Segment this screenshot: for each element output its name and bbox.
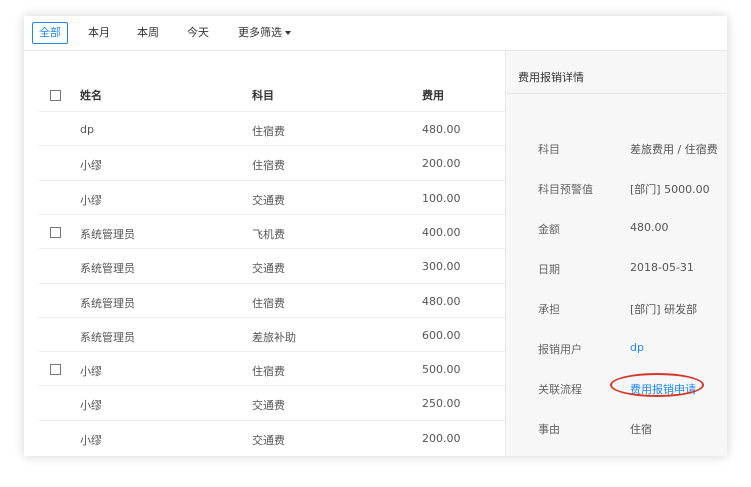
row-checkbox[interactable] xyxy=(50,364,61,376)
cell-name: 系统管理员 xyxy=(80,330,135,344)
detail-label: 科目 xyxy=(538,143,560,156)
detail-panel-title: 费用报销详情 xyxy=(518,71,584,84)
row-checkbox[interactable] xyxy=(50,226,61,238)
cell-name: 小缪 xyxy=(80,159,102,173)
highlight-ellipse xyxy=(610,373,704,397)
tab-this-week[interactable]: 本周 xyxy=(137,23,159,43)
divider xyxy=(506,93,727,94)
cell-amount: 600.00 xyxy=(422,328,461,342)
table-row[interactable]: 小缪 住宿费 200.00 xyxy=(38,145,505,180)
detail-value: 480.00 xyxy=(630,221,669,234)
cell-subject: 住宿费 xyxy=(252,125,285,138)
select-all-checkbox[interactable] xyxy=(50,90,61,101)
expense-table: 姓名 科目 费用 dp 住宿费 480.00 小缪 住宿费 200.00 小缪 交通费 100.… xyxy=(24,51,505,456)
cell-subject: 住宿费 xyxy=(252,159,285,173)
detail-value: 差旅费用 / 住宿费 xyxy=(630,143,718,156)
column-header-name: 姓名 xyxy=(80,89,102,102)
cell-amount: 200.00 xyxy=(422,157,461,171)
cell-subject: 交通费 xyxy=(252,399,285,413)
column-header-subject: 科目 xyxy=(252,89,274,102)
cell-name: 小缪 xyxy=(80,433,102,447)
cell-subject: 交通费 xyxy=(252,193,285,207)
cell-subject: 交通费 xyxy=(252,262,285,276)
table-row[interactable]: 系统管理员 差旅补助 600.00 xyxy=(38,316,505,352)
table-row[interactable]: 小缪 住宿费 500.00 xyxy=(38,351,505,386)
cell-amount: 500.00 xyxy=(422,363,461,377)
cell-name: 系统管理员 xyxy=(80,262,135,276)
table-row[interactable]: 系统管理员 住宿费 480.00 xyxy=(38,282,505,318)
table-row[interactable]: dp 住宿费 480.00 xyxy=(38,111,505,146)
table-row[interactable]: 系统管理员 交通费 300.00 xyxy=(38,248,505,283)
cell-name: 小缪 xyxy=(80,193,102,207)
cell-amount: 100.00 xyxy=(422,191,461,205)
more-filters-dropdown[interactable]: 更多筛选 xyxy=(238,23,291,43)
detail-label: 科目预警值 xyxy=(538,183,593,196)
more-filters-label: 更多筛选 xyxy=(238,26,282,39)
filter-bar: 全部 本月 本周 今天 更多筛选 xyxy=(24,16,727,51)
detail-label: 金额 xyxy=(538,223,560,236)
cell-name: 系统管理员 xyxy=(80,296,135,310)
caret-down-icon xyxy=(285,31,291,35)
cell-amount: 400.00 xyxy=(422,225,461,239)
detail-link[interactable]: dp xyxy=(630,341,644,354)
detail-label: 关联流程 xyxy=(538,383,582,396)
tab-all[interactable]: 全部 xyxy=(32,22,68,44)
cell-amount: 200.00 xyxy=(422,431,461,445)
detail-label: 日期 xyxy=(538,263,560,276)
detail-value: 2018-05-31 xyxy=(630,261,694,274)
cell-name: 小缪 xyxy=(80,365,102,379)
detail-value: 住宿 xyxy=(630,423,652,436)
detail-label: 事由 xyxy=(538,423,560,436)
table-row[interactable]: 系统管理员 飞机费 400.00 xyxy=(38,213,505,249)
column-header-amount: 费用 xyxy=(422,89,444,102)
cell-subject: 住宿费 xyxy=(252,296,285,310)
table-row[interactable]: 小缪 交通费 200.00 xyxy=(38,419,505,455)
table-row[interactable]: 小缪 交通费 250.00 xyxy=(38,385,505,420)
cell-subject: 住宿费 xyxy=(252,365,285,379)
expense-window: 全部 本月 本周 今天 更多筛选 姓名 科目 费用 dp 住宿费 480.00 小缪住… xyxy=(24,16,727,456)
cell-amount: 480.00 xyxy=(422,123,461,136)
cell-name: 小缪 xyxy=(80,399,102,413)
detail-panel: 费用报销详情 科目 差旅费用 / 住宿费科目预警值 [部门] 5000.00 金额 48… xyxy=(505,51,727,456)
detail-label: 承担 xyxy=(538,303,560,316)
cell-name: dp xyxy=(80,123,94,136)
cell-subject: 交通费 xyxy=(252,433,285,447)
cell-subject: 飞机费 xyxy=(252,227,285,241)
detail-value: [部门] 研发部 xyxy=(630,303,698,316)
tab-this-month[interactable]: 本月 xyxy=(88,23,110,43)
cell-subject: 差旅补助 xyxy=(252,330,296,344)
cell-amount: 300.00 xyxy=(422,260,461,274)
detail-value: [部门] 5000.00 xyxy=(630,183,710,196)
table-row[interactable]: 小缪 交通费 100.00 xyxy=(38,179,505,215)
cell-amount: 480.00 xyxy=(422,294,461,308)
detail-label: 报销用户 xyxy=(538,343,582,356)
cell-name: 系统管理员 xyxy=(80,227,135,241)
cell-amount: 250.00 xyxy=(422,397,461,411)
tab-today[interactable]: 今天 xyxy=(187,23,209,43)
